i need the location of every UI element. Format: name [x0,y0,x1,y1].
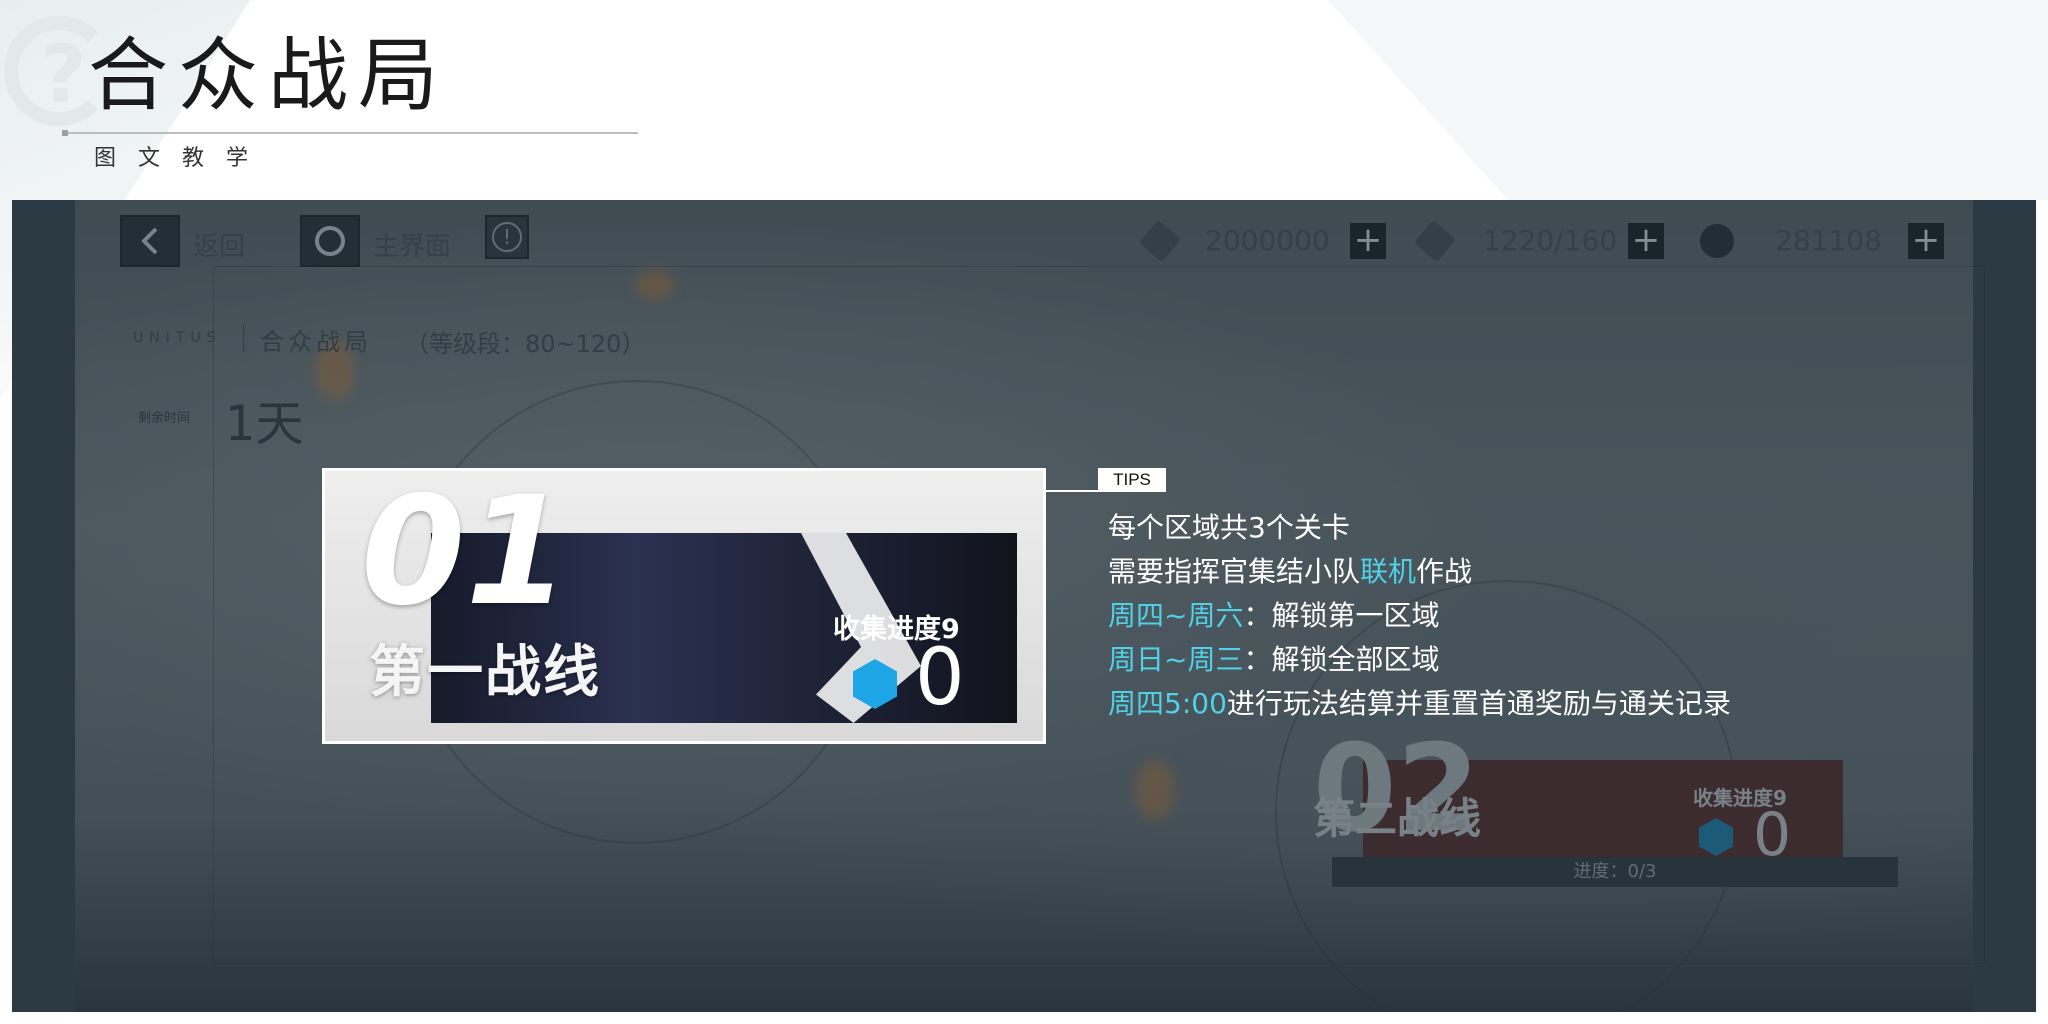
tip-line-3: 周四~周六：解锁第一区域 [1108,602,1439,630]
stage-card-01-number: 01 [361,468,570,639]
page-subtitle: 图文教学 [94,146,271,171]
tip-line-4-highlight: 周日~周三 [1108,643,1244,676]
header-decoration-right [1328,0,2048,200]
tips-badge: TIPS [1098,468,1166,492]
title-divider-dot [62,130,68,136]
tip-line-2: 需要指挥官集结小队联机作战 [1108,558,1472,586]
tips-connector [1046,490,1098,492]
tip-line-1: 每个区域共3个关卡 [1108,514,1350,542]
tip-line-1-text: 每个区域共3个关卡 [1108,511,1350,544]
tip-line-3-highlight: 周四~周六 [1108,599,1244,632]
tip-line-2-post: 作战 [1416,555,1473,588]
title-divider [64,132,638,134]
help-icon-glyph: ? [40,28,87,121]
tip-line-5-post: 进行玩法结算并重置首通奖励与通关记录 [1226,687,1731,720]
tip-line-5: 周四5:00进行玩法结算并重置首通奖励与通关记录 [1108,690,1731,718]
tip-line-4-post: ：解锁全部区域 [1243,643,1440,676]
tip-line-2-pre: 需要指挥官集结小队 [1108,555,1361,588]
stage-card-01-name: 第一战线 [369,640,601,705]
tip-line-5-highlight: 周四5:00 [1108,687,1227,720]
stage-card-01-collect-count: 0 [915,633,965,723]
tip-line-3-post: ：解锁第一区域 [1243,599,1440,632]
page-title: 合众战局 [88,29,448,122]
tip-line-2-highlight: 联机 [1360,555,1417,588]
stage-card-01[interactable]: 01 第一战线 收集进度9 0 [322,468,1046,744]
tip-line-4: 周日~周三：解锁全部区域 [1108,646,1439,674]
